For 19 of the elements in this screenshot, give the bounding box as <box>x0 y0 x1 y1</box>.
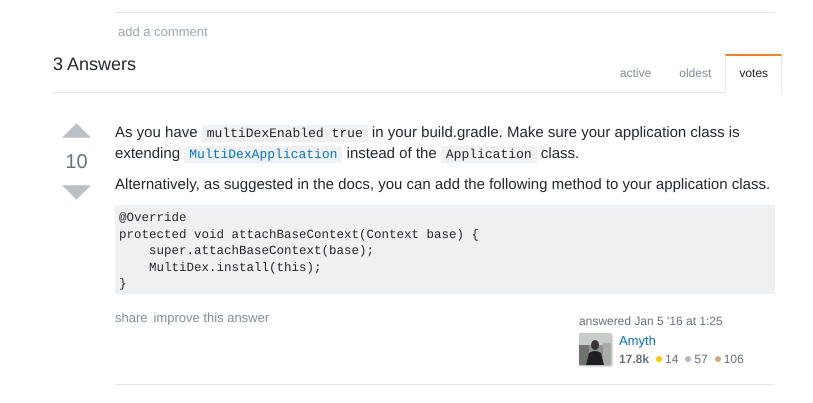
badge-count: 57 <box>694 352 708 366</box>
upvote-icon[interactable] <box>62 123 91 138</box>
downvote-icon[interactable] <box>62 185 91 200</box>
user-name-link[interactable]: Amyth <box>619 333 751 349</box>
sort-tab[interactable]: oldest <box>665 54 726 93</box>
badge-count: 106 <box>724 352 744 366</box>
code-block: @Override protected void attachBaseContext(Context base) { super.attachBaseContext(base); MultiDex.install(this); } <box>115 205 775 294</box>
post-action-link[interactable]: share <box>115 310 148 366</box>
sort-tab[interactable]: votes <box>725 54 782 93</box>
post-action-link[interactable]: improve this answer <box>154 310 270 366</box>
answered-time: answered Jan 5 '16 at 1:25 <box>579 314 724 328</box>
answers-count-heading: 3 Answers <box>53 53 136 76</box>
sort-tab[interactable]: active <box>606 54 666 93</box>
answer-paragraph: As you have multiDexEnabled true in your build.gradle. Make sure your application class is extending MultiDexApplication instead of the Application class. <box>115 123 741 165</box>
badge-count: 14 <box>665 352 678 366</box>
add-comment-link[interactable]: add a comment <box>118 24 208 39</box>
answer-paragraph: Alternatively, as suggested in the docs, you can add the following method to your application class. <box>115 175 772 195</box>
reputation-score: 17.8k <box>619 352 650 366</box>
vote-count: 10 <box>64 150 89 174</box>
